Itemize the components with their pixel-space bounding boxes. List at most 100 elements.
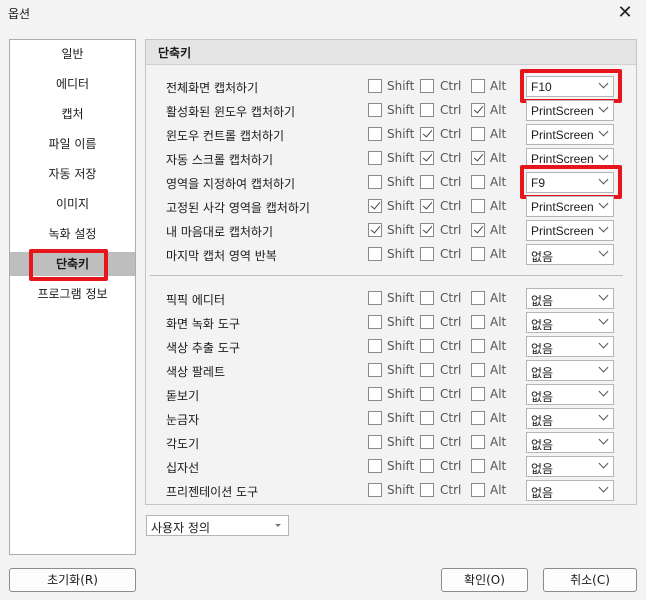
sidebar-item[interactable]: 프로그램 정보: [10, 282, 135, 306]
shift-checkbox[interactable]: [368, 175, 382, 189]
key-dropdown[interactable]: PrintScreen: [526, 124, 614, 145]
key-dropdown[interactable]: 없음: [526, 312, 614, 333]
ctrl-checkbox[interactable]: [420, 387, 434, 401]
key-value: 없음: [531, 294, 554, 308]
ctrl-checkbox[interactable]: [420, 435, 434, 449]
panel-header: 단축키: [146, 40, 636, 65]
key-dropdown[interactable]: 없음: [526, 408, 614, 429]
shift-checkbox[interactable]: [368, 339, 382, 353]
options-category-list[interactable]: 일반에디터캡처파일 이름자동 저장이미지녹화 설정단축키프로그램 정보: [9, 39, 136, 555]
shift-checkbox[interactable]: [368, 459, 382, 473]
key-value: 없음: [531, 486, 554, 500]
key-value: 없음: [531, 342, 554, 356]
ctrl-checkbox[interactable]: [420, 339, 434, 353]
alt-checkbox[interactable]: [471, 459, 485, 473]
key-dropdown[interactable]: 없음: [526, 244, 614, 265]
shortcut-label: 색상 추출 도구: [166, 341, 240, 355]
ctrl-checkbox[interactable]: [420, 199, 434, 213]
ctrl-checkbox[interactable]: [420, 411, 434, 425]
alt-checkbox[interactable]: [471, 175, 485, 189]
alt-label: Alt: [490, 291, 507, 305]
key-dropdown[interactable]: PrintScreen: [526, 196, 614, 217]
ctrl-checkbox[interactable]: [420, 247, 434, 261]
alt-checkbox[interactable]: [471, 387, 485, 401]
alt-checkbox[interactable]: [471, 247, 485, 261]
ctrl-checkbox[interactable]: [420, 127, 434, 141]
key-dropdown[interactable]: PrintScreen: [526, 148, 614, 169]
alt-checkbox[interactable]: [471, 103, 485, 117]
key-dropdown[interactable]: F10: [526, 76, 614, 97]
alt-checkbox[interactable]: [471, 363, 485, 377]
key-dropdown[interactable]: PrintScreen: [526, 220, 614, 241]
key-dropdown[interactable]: 없음: [526, 432, 614, 453]
ctrl-checkbox[interactable]: [420, 175, 434, 189]
sidebar-item[interactable]: 자동 저장: [10, 162, 135, 186]
ctrl-checkbox[interactable]: [420, 223, 434, 237]
ctrl-checkbox[interactable]: [420, 291, 434, 305]
alt-checkbox[interactable]: [471, 151, 485, 165]
key-dropdown[interactable]: 없음: [526, 336, 614, 357]
shift-label: Shift: [387, 459, 415, 473]
ctrl-checkbox[interactable]: [420, 363, 434, 377]
shift-checkbox[interactable]: [368, 127, 382, 141]
sidebar-item[interactable]: 단축키: [10, 252, 135, 276]
shift-checkbox[interactable]: [368, 435, 382, 449]
ctrl-label: Ctrl: [440, 315, 462, 329]
alt-checkbox[interactable]: [471, 483, 485, 497]
ctrl-checkbox[interactable]: [420, 151, 434, 165]
key-value: 없음: [531, 318, 554, 332]
shift-label: Shift: [387, 291, 415, 305]
ctrl-checkbox[interactable]: [420, 103, 434, 117]
alt-checkbox[interactable]: [471, 199, 485, 213]
sidebar-item[interactable]: 이미지: [10, 192, 135, 216]
shift-checkbox[interactable]: [368, 79, 382, 93]
reset-button[interactable]: 초기화(R): [9, 568, 136, 592]
alt-checkbox[interactable]: [471, 339, 485, 353]
key-dropdown[interactable]: 없음: [526, 480, 614, 501]
shift-checkbox[interactable]: [368, 151, 382, 165]
ctrl-checkbox[interactable]: [420, 483, 434, 497]
section-divider: [150, 275, 623, 276]
key-dropdown[interactable]: PrintScreen: [526, 100, 614, 121]
ctrl-checkbox[interactable]: [420, 459, 434, 473]
ctrl-checkbox[interactable]: [420, 315, 434, 329]
sidebar-item[interactable]: 에디터: [10, 72, 135, 96]
shift-checkbox[interactable]: [368, 483, 382, 497]
preset-dropdown[interactable]: 사용자 정의: [146, 515, 289, 536]
alt-checkbox[interactable]: [471, 291, 485, 305]
shift-checkbox[interactable]: [368, 103, 382, 117]
shift-checkbox[interactable]: [368, 387, 382, 401]
shift-checkbox[interactable]: [368, 291, 382, 305]
ctrl-label: Ctrl: [440, 151, 462, 165]
sidebar-item[interactable]: 녹화 설정: [10, 222, 135, 246]
alt-checkbox[interactable]: [471, 127, 485, 141]
shift-checkbox[interactable]: [368, 363, 382, 377]
key-dropdown[interactable]: 없음: [526, 384, 614, 405]
ctrl-checkbox[interactable]: [420, 79, 434, 93]
alt-checkbox[interactable]: [471, 79, 485, 93]
sidebar-item[interactable]: 파일 이름: [10, 132, 135, 156]
alt-checkbox[interactable]: [471, 223, 485, 237]
shift-checkbox[interactable]: [368, 223, 382, 237]
key-value: 없음: [531, 462, 554, 476]
shortcut-label: 각도기: [166, 437, 200, 451]
key-dropdown[interactable]: F9: [526, 172, 614, 193]
alt-checkbox[interactable]: [471, 435, 485, 449]
ctrl-label: Ctrl: [440, 175, 462, 189]
shift-checkbox[interactable]: [368, 199, 382, 213]
key-dropdown[interactable]: 없음: [526, 360, 614, 381]
sidebar-item[interactable]: 캡처: [10, 102, 135, 126]
key-value: 없음: [531, 250, 554, 264]
ok-button[interactable]: 확인(O): [441, 568, 528, 592]
alt-checkbox[interactable]: [471, 411, 485, 425]
alt-checkbox[interactable]: [471, 315, 485, 329]
sidebar-item[interactable]: 일반: [10, 42, 135, 66]
key-dropdown[interactable]: 없음: [526, 288, 614, 309]
shortcut-label: 전체화면 캡처하기: [166, 81, 259, 95]
shift-checkbox[interactable]: [368, 315, 382, 329]
cancel-button[interactable]: 취소(C): [543, 568, 637, 592]
close-icon[interactable]: ✕: [612, 2, 638, 24]
shift-checkbox[interactable]: [368, 247, 382, 261]
shift-checkbox[interactable]: [368, 411, 382, 425]
key-dropdown[interactable]: 없음: [526, 456, 614, 477]
